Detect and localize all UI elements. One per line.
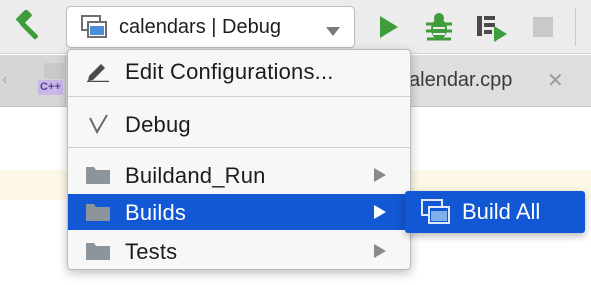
tab-label: alendar.cpp (409, 69, 513, 91)
folder-icon (85, 164, 111, 186)
tab-scroll-left-icon[interactable]: ‹ (2, 71, 7, 89)
cpp-file-icon: C++ (38, 63, 68, 97)
menu-item-buildand-run[interactable]: Buildand_Run (68, 157, 410, 193)
run-with-profiler-icon[interactable] (474, 10, 510, 44)
run-configuration-label: calendars | Debug (119, 16, 281, 38)
chevron-right-icon (374, 205, 386, 219)
pencil-icon (85, 60, 111, 83)
submenu-item-label: Build All (462, 199, 541, 224)
run-configuration-selector[interactable]: calendars | Debug (66, 6, 355, 48)
menu-item-label: Builds (125, 200, 187, 225)
hammer-icon[interactable] (12, 10, 46, 44)
menu-separator (68, 96, 410, 97)
menu-separator (68, 147, 410, 148)
chevron-right-icon (374, 244, 386, 258)
menu-item-label: Tests (125, 239, 178, 264)
stop-icon[interactable] (528, 12, 558, 42)
run-icon[interactable] (373, 12, 403, 42)
chevron-down-icon (326, 23, 340, 36)
folder-icon (85, 201, 111, 223)
run-configuration-icon (421, 199, 451, 225)
main-toolbar: calendars | Debug (0, 0, 591, 54)
menu-item-builds[interactable]: Builds (68, 194, 410, 230)
menu-item-label: Debug (125, 112, 191, 137)
folder-icon (85, 240, 111, 262)
menu-item-tests[interactable]: Tests (68, 233, 410, 269)
editor-tab-cpp[interactable]: ‹ C++ (0, 55, 66, 106)
menu-item-label: Edit Configurations... (125, 59, 334, 84)
checkmark-icon (85, 113, 111, 135)
menu-item-label: Buildand_Run (125, 163, 266, 188)
chevron-right-icon (374, 168, 386, 182)
toolbar-divider (575, 8, 576, 46)
menu-item-debug[interactable]: Debug (68, 106, 410, 142)
builds-submenu: Build All (405, 191, 585, 233)
run-configuration-icon (81, 15, 107, 39)
cpp-badge: C++ (38, 80, 63, 95)
close-icon[interactable]: ✕ (547, 68, 564, 93)
debug-icon[interactable] (422, 10, 456, 44)
run-configurations-menu: Edit Configurations... Debug Buildand_Ru… (67, 49, 411, 270)
menu-item-edit-configurations[interactable]: Edit Configurations... (68, 53, 410, 89)
file-icon (44, 63, 64, 79)
editor-tab-calendar-cpp[interactable]: alendar.cpp ✕ (405, 55, 591, 106)
